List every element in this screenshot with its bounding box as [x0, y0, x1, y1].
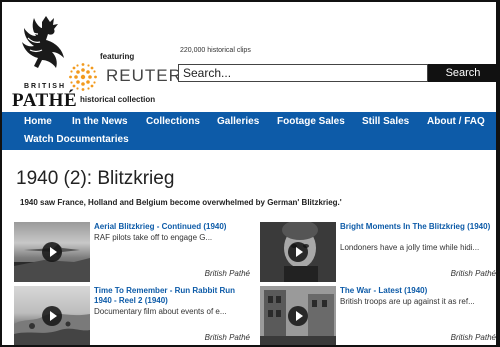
- main-nav: Home In the News Collections Galleries F…: [2, 112, 496, 150]
- video-thumbnail[interactable]: [260, 222, 336, 282]
- page-subtitle: 1940 saw France, Holland and Belgium bec…: [20, 198, 342, 207]
- video-card[interactable]: The War - Latest (1940) British troops a…: [260, 286, 496, 345]
- video-source: British Pathé: [450, 333, 496, 342]
- browser-frame: BRITISH PATHÉ featuring REUTERS® hi: [0, 0, 500, 347]
- nav-item-in-the-news[interactable]: In the News: [72, 116, 128, 127]
- video-description: Londoners have a jolly time while hidi..…: [340, 243, 480, 252]
- nav-item-footage-sales[interactable]: Footage Sales: [277, 116, 345, 127]
- video-description: RAF pilots take off to engage G...: [94, 233, 213, 242]
- brand-large-text: PATHÉ: [12, 90, 78, 111]
- nav-item-collections[interactable]: Collections: [146, 116, 200, 127]
- video-source: British Pathé: [204, 269, 250, 278]
- nav-item-still-sales[interactable]: Still Sales: [362, 116, 409, 127]
- clip-count: 220,000 historical clips: [180, 47, 251, 54]
- rooster-icon: [22, 16, 64, 68]
- video-card[interactable]: Bright Moments In The Blitzkrieg (1940) …: [260, 222, 496, 282]
- reuters-sun-icon: [69, 63, 97, 91]
- historical-collection-label: historical collection: [80, 95, 156, 104]
- video-description: Documentary film about events of e...: [94, 307, 227, 316]
- play-icon[interactable]: [288, 242, 308, 262]
- nav-item-home[interactable]: Home: [24, 116, 52, 127]
- page-title: 1940 (2): Blitzkrieg: [16, 168, 175, 189]
- video-card[interactable]: Time To Remember - Run Rabbit Run 1940 -…: [14, 286, 250, 345]
- video-description: British troops are up against it as ref.…: [340, 297, 475, 306]
- play-icon[interactable]: [42, 306, 62, 326]
- video-title[interactable]: Aerial Blitzkrieg - Continued (1940): [94, 222, 254, 232]
- video-thumbnail[interactable]: [14, 222, 90, 282]
- featuring-label: featuring: [100, 52, 135, 61]
- video-title[interactable]: Time To Remember - Run Rabbit Run 1940 -…: [94, 286, 254, 306]
- british-pathe-logo[interactable]: BRITISH PATHÉ: [10, 10, 77, 111]
- video-title[interactable]: Bright Moments In The Blitzkrieg (1940): [340, 222, 496, 232]
- site-header: BRITISH PATHÉ featuring REUTERS® hi: [2, 2, 496, 112]
- brand-small-text: BRITISH: [24, 83, 66, 90]
- video-source: British Pathé: [204, 333, 250, 342]
- video-thumbnail[interactable]: [260, 286, 336, 345]
- video-thumbnail[interactable]: [14, 286, 90, 345]
- video-card[interactable]: Aerial Blitzkrieg - Continued (1940) RAF…: [14, 222, 250, 282]
- search-button[interactable]: Search: [428, 64, 496, 82]
- play-icon[interactable]: [288, 306, 308, 326]
- nav-item-galleries[interactable]: Galleries: [217, 116, 259, 127]
- video-title[interactable]: The War - Latest (1940): [340, 286, 496, 296]
- nav-item-watch-documentaries[interactable]: Watch Documentaries: [24, 134, 129, 145]
- play-icon[interactable]: [42, 242, 62, 262]
- search-input[interactable]: [178, 64, 428, 82]
- video-source: British Pathé: [450, 269, 496, 278]
- nav-item-about-faq[interactable]: About / FAQ: [427, 116, 485, 127]
